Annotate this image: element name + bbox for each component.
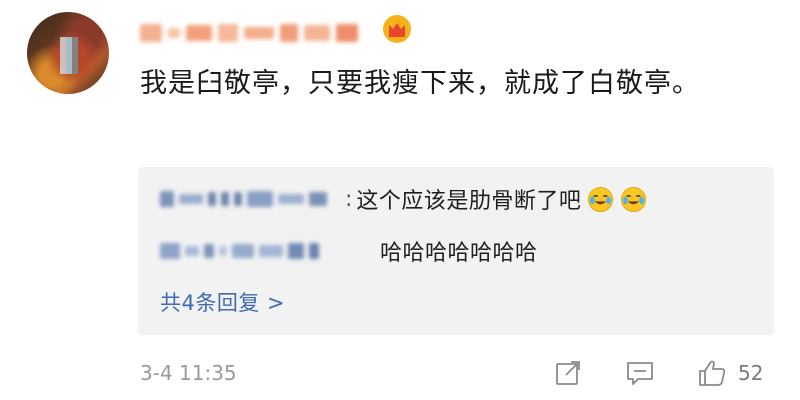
share-icon[interactable] <box>552 357 584 389</box>
reply-username-blurred[interactable] <box>160 191 345 207</box>
reply-row[interactable]: 哈哈哈哈哈哈哈 <box>160 233 538 269</box>
like-count: 52 <box>738 361 764 385</box>
user-avatar[interactable] <box>27 12 109 94</box>
thumbs-up-icon[interactable] <box>696 357 728 389</box>
comment-text: 我是臼敬亭，只要我瘦下来，就成了白敬亭。 <box>140 68 700 99</box>
reply-text: 哈哈哈哈哈哈哈 <box>380 241 538 266</box>
reply-text: 这个应该是肋骨断了吧 <box>356 189 582 214</box>
reply-colon: : <box>345 186 353 212</box>
reply-row[interactable]: : 这个应该是肋骨断了吧 <box>160 181 647 217</box>
comment-footer: 3-4 11:35 52 <box>0 355 800 395</box>
laugh-cry-emoji <box>588 186 614 212</box>
avatar-mosaic <box>59 36 78 75</box>
username-blurred[interactable] <box>140 18 370 48</box>
comment-icon[interactable] <box>624 357 656 389</box>
comment-time: 3-4 11:35 <box>140 361 237 385</box>
crown-icon <box>383 15 411 43</box>
more-replies-link[interactable]: 共4条回复 > <box>160 287 285 317</box>
laugh-cry-emoji <box>621 186 647 212</box>
replies-box: : 这个应该是肋骨断了吧 哈哈哈哈哈哈哈 共4条回复 > <box>138 167 774 335</box>
reply-username-blurred[interactable] <box>160 243 372 259</box>
